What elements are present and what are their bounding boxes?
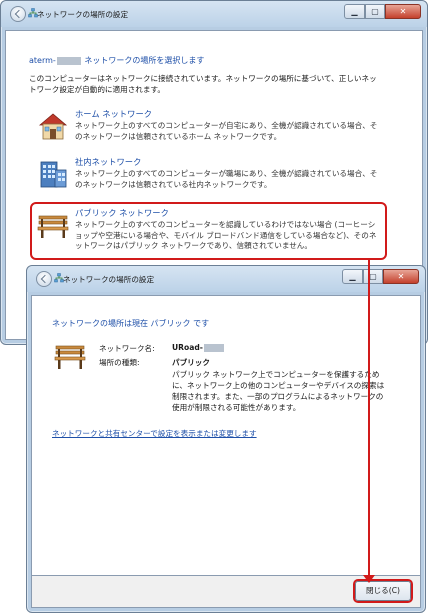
heading-prefix: aterm-	[29, 56, 56, 65]
window-title: ネットワークの場所の設定	[63, 275, 155, 284]
network-location-dialog: ネットワークの場所の設定 ▁ ▢ ✕ ネットワークの場所は現在 パブリック です…	[26, 265, 426, 613]
house-icon	[38, 113, 68, 140]
minimize-button[interactable]: ▁	[344, 4, 365, 19]
maximize-button[interactable]: ▢	[363, 269, 383, 284]
option-description: ネットワーク上のすべてのコンピューターが職場にあり、全機が認識されている場合、そ…	[75, 169, 378, 189]
network-name-text: URoad-	[172, 343, 203, 352]
close-icon: ✕	[399, 7, 407, 16]
maximize-icon: ▢	[371, 7, 379, 16]
close-button[interactable]: 閉じる(C)	[355, 581, 411, 601]
network-sharing-center-link[interactable]: ネットワークと共有センターで設定を表示または変更します	[52, 428, 257, 439]
location-type-label: 場所の種類:	[99, 358, 140, 367]
maximize-button[interactable]: ▢	[365, 4, 385, 19]
minimize-icon: ▁	[351, 7, 358, 16]
minimize-icon: ▁	[349, 272, 356, 281]
title-bar[interactable]: ネットワークの場所の設定 ▁ ▢ ✕	[27, 266, 425, 292]
location-description: パブリック ネットワーク上でコンピューターを保護するために、ネットワーク上の他の…	[172, 370, 385, 412]
close-icon: ✕	[397, 272, 405, 281]
redacted-network-id	[203, 344, 224, 352]
annotation-arrow-line	[368, 260, 370, 576]
park-bench-icon	[54, 345, 86, 369]
location-status-heading: ネットワークの場所は現在 パブリック です	[52, 319, 210, 328]
back-button[interactable]	[10, 6, 26, 22]
title-bar[interactable]: ネットワークの場所の設定 ▁ ▢ ✕	[1, 1, 427, 27]
maximize-icon: ▢	[369, 272, 377, 281]
minimize-button[interactable]: ▁	[342, 269, 363, 284]
close-window-button[interactable]: ✕	[385, 4, 421, 19]
heading-suffix: ネットワークの場所を選択します	[81, 56, 205, 65]
option-title: 社内ネットワーク	[75, 157, 142, 167]
option-description: ネットワーク上のすべてのコンピューターが自宅にあり、全機が認識されている場合、そ…	[75, 121, 378, 141]
window-title: ネットワークの場所の設定	[37, 10, 129, 19]
network-name-label: ネットワーク名:	[99, 344, 155, 353]
annotation-arrow-head	[363, 575, 375, 583]
work-network-option[interactable]: 社内ネットワーク ネットワーク上のすべてのコンピューターが職場にあり、全機が認識…	[37, 156, 382, 196]
intro-text: このコンピューターはネットワークに接続されています。ネットワークの場所に基づいて…	[29, 74, 377, 94]
redacted-network-name	[56, 56, 81, 65]
close-window-button[interactable]: ✕	[383, 269, 419, 284]
select-location-heading: aterm- ネットワークの場所を選択します	[29, 55, 204, 66]
location-type-value: パブリック	[172, 358, 210, 367]
office-building-icon	[40, 161, 67, 188]
back-button[interactable]	[36, 271, 52, 287]
public-option-highlight	[30, 202, 387, 260]
home-network-option[interactable]: ホーム ネットワーク ネットワーク上のすべてのコンピューターが自宅にあり、全機が…	[37, 108, 382, 148]
option-title: ホーム ネットワーク	[75, 109, 153, 119]
network-name-value: URoad-	[172, 343, 225, 352]
